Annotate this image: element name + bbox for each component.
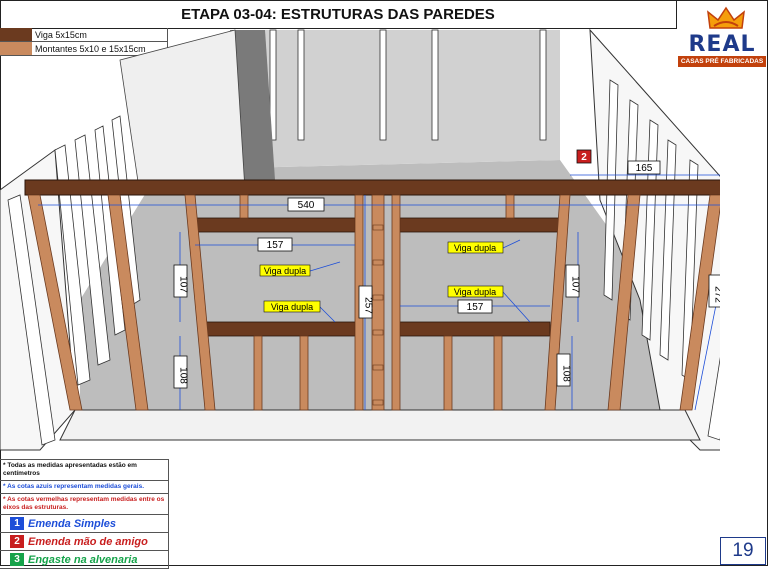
item-label: Emenda mão de amigo (28, 535, 148, 548)
dim-165: 165 (636, 163, 653, 174)
dimension-label-108-right: 108 (556, 353, 572, 387)
viga-dupla-text: Viga dupla (454, 243, 496, 253)
dimension-label-540: 540 (287, 197, 325, 212)
note-red-dims: * As cotas vermelhas representam medidas… (0, 494, 168, 515)
item-number: 3 (10, 553, 24, 566)
viga-dupla-text: Viga dupla (454, 287, 496, 297)
marker-2: 2 (576, 149, 592, 164)
page-title: ETAPA 03-04: ESTRUTURAS DAS PAREDES (0, 0, 677, 29)
notes-panel: * Todas as medidas apresentadas estão em… (0, 459, 169, 569)
note-blue-dims: * As cotas azuis representam medidas ger… (0, 481, 168, 494)
item-label: Engaste na alvenaria (28, 553, 138, 566)
viga-dupla-text: Viga dupla (264, 266, 306, 276)
dimension-label-157-mid: 157 (457, 299, 493, 314)
legend-item-emenda-simples: 1 Emenda Simples (0, 515, 168, 533)
page-number: 19 (720, 537, 766, 565)
dim-107-right: 107 (570, 276, 581, 293)
dimension-label-272: 272 (708, 274, 721, 308)
dim-257: 257 (363, 297, 374, 314)
item-number: 1 (10, 517, 24, 530)
top-beam (24, 179, 720, 196)
label-viga-dupla-3: Viga dupla (447, 241, 504, 254)
item-label: Emenda Simples (28, 517, 117, 530)
dim-107-left: 107 (178, 276, 189, 293)
dim-540: 540 (298, 200, 315, 211)
viga-dupla-text: Viga dupla (271, 302, 313, 312)
item-number: 2 (10, 535, 24, 548)
note-units: * Todas as medidas apresentadas estão em… (0, 460, 168, 481)
legend-item-engaste: 3 Engaste na alvenaria (0, 551, 168, 569)
label-viga-dupla-4: Viga dupla (447, 285, 504, 298)
dim-272: 272 (713, 286, 721, 303)
label-viga-dupla-2: Viga dupla (263, 300, 321, 313)
dimension-label-108-left: 108 (173, 355, 189, 389)
left-partition (119, 29, 246, 196)
dimension-label-257: 257 (358, 285, 374, 319)
base-sill (59, 409, 701, 441)
wall-structure-drawing: 540 165 2 157 157 107 108 257 107 108 27… (0, 28, 721, 451)
marker-2-text: 2 (581, 152, 587, 163)
dim-157-mid: 157 (467, 302, 484, 313)
dim-108-left: 108 (178, 367, 189, 384)
dimension-label-107-right: 107 (565, 264, 581, 298)
dimension-label-165: 165 (627, 160, 661, 175)
label-viga-dupla-1: Viga dupla (259, 264, 311, 277)
dimension-label-107-left: 107 (173, 264, 189, 298)
dim-157-top: 157 (267, 240, 284, 251)
dimension-label-157-top: 157 (257, 237, 293, 252)
dim-108-right: 108 (561, 365, 572, 382)
legend-item-emenda-mao-de-amigo: 2 Emenda mão de amigo (0, 533, 168, 551)
